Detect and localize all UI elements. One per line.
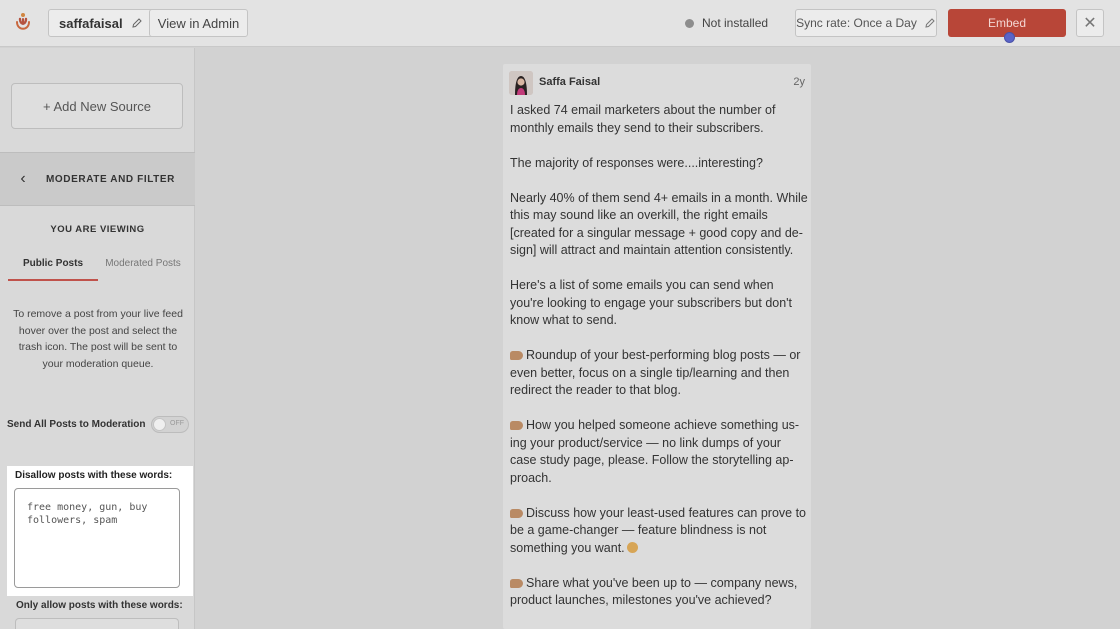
post-paragraph: I asked 74 email marketers about the num… [510,103,776,135]
post-paragraph: Here's a list of some emails you can sen… [510,278,793,327]
allow-words-input[interactable] [15,618,179,629]
status-dot-icon [685,18,694,28]
status-text: Not installed [702,16,769,30]
post-author[interactable]: Saffa Faisal [539,76,600,88]
post-paragraph: How you helped someone achieve something… [510,417,808,487]
pointing-hand-icon [510,421,523,430]
pencil-icon [925,18,935,28]
view-in-admin-button[interactable]: View in Admin [149,9,248,37]
post-paragraph: The majority of responses were....intere… [510,155,763,170]
add-new-source-button[interactable]: + Add New Source [11,83,183,129]
pointing-hand-icon [510,578,523,588]
pencil-icon[interactable] [131,17,143,29]
post-paragraph: Discuss how your least-used features can… [510,505,808,558]
send-all-row: Send All Posts to Moderation OFF [7,416,189,433]
post-paragraph: Share what you've been up to — company n… [510,575,808,610]
post-paragraph-text: How you helped someone achieve something… [510,418,800,485]
sync-rate-button[interactable]: Sync rate: Once a Day [795,9,937,37]
toggle-state-text: OFF [170,420,184,427]
disallow-words-label: Disallow posts with these words: [15,470,173,481]
post-paragraph: Nearly 40% of them send 4+ emails in a m… [510,190,808,258]
post-card[interactable]: Saffa Faisal 2y I asked 74 email markete… [503,64,811,629]
sidebar: + Add New Source ‹ MODERATE AND FILTER Y… [0,48,195,629]
chevron-left-icon[interactable]: ‹ [0,170,46,188]
disallow-words-input[interactable]: free money, gun, buy followers, spam [14,488,180,588]
moderate-filter-header[interactable]: ‹ MODERATE AND FILTER [0,152,195,206]
post-paragraph: Roundup of your best-performing blog pos… [510,347,808,400]
viewing-label: YOU ARE VIEWING [50,224,145,235]
section-title: MODERATE AND FILTER [46,173,175,185]
account-name-button[interactable]: saffafaisal [48,9,154,37]
post-paragraph-text: Discuss how your least-used features can… [510,505,806,555]
account-name-label: saffafaisal [59,15,123,31]
tab-moderated-posts[interactable]: Moderated Posts [98,253,188,281]
close-icon: ✕ [1083,15,1097,32]
app-logo-icon[interactable] [14,12,32,34]
view-tabs: Public Posts Moderated Posts [8,253,188,281]
surprised-face-icon [626,541,638,553]
toggle-knob [153,418,166,431]
pointing-hand-icon [510,508,523,518]
close-button[interactable]: ✕ [1076,9,1104,37]
post-paragraph-text: Roundup of your best-performing blog pos… [510,348,801,397]
pointing-hand-icon [510,351,523,360]
post-paragraph-text: Share what you've been up to — company n… [510,575,798,608]
post-age: 2y [793,76,805,88]
avatar [509,71,533,95]
sync-rate-label: Sync rate: Once a Day [796,16,917,30]
allow-words-label: Only allow posts with these words: [16,600,183,611]
send-all-toggle[interactable]: OFF [151,416,189,433]
send-all-label: Send All Posts to Moderation [7,419,146,430]
moderation-help-text: To remove a post from your live feed hov… [13,308,183,370]
tab-public-posts[interactable]: Public Posts [8,253,98,281]
post-body: I asked 74 email marketers about the num… [510,102,808,627]
disallow-words-panel: Disallow posts with these words: free mo… [7,466,193,596]
cursor-indicator [1004,32,1015,43]
install-status: Not installed [685,16,768,30]
top-bar: saffafaisal View in Admin Not installed … [0,0,1120,47]
